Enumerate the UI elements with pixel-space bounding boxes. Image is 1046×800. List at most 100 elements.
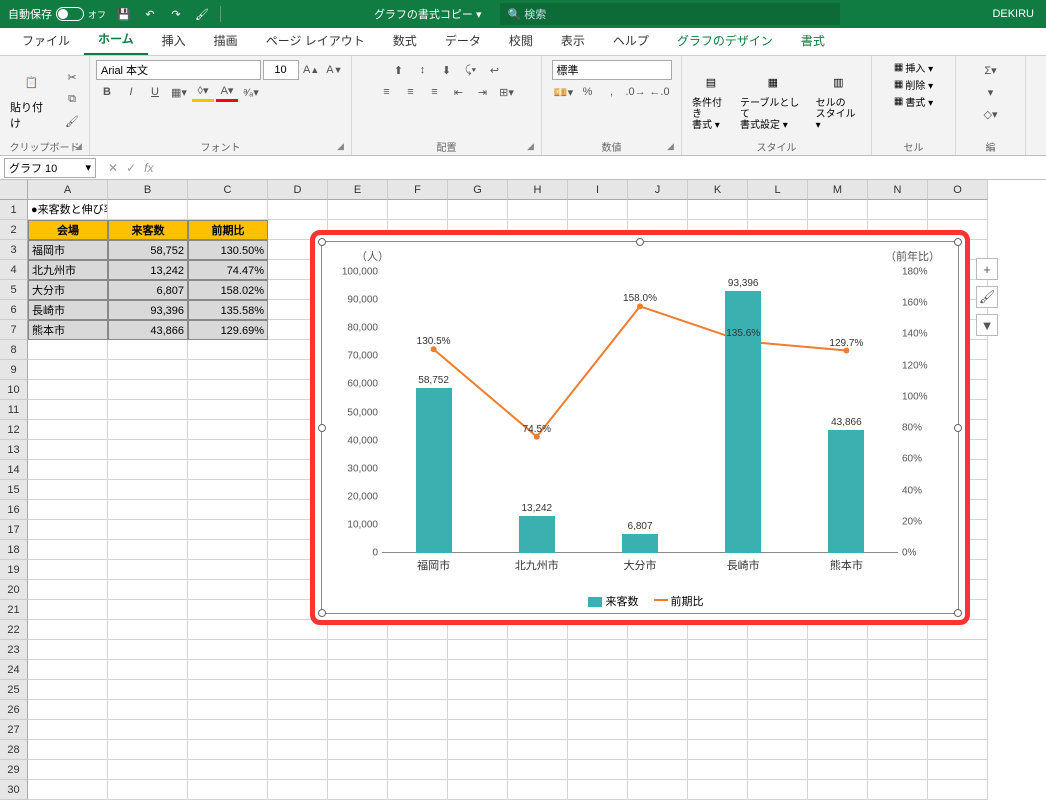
cell[interactable] (108, 700, 188, 720)
row-header[interactable]: 28 (0, 740, 28, 760)
row-header[interactable]: 21 (0, 600, 28, 620)
cell[interactable]: 6,807 (108, 280, 188, 300)
cell[interactable] (188, 720, 268, 740)
tab-help[interactable]: ヘルプ (599, 26, 663, 55)
border-button[interactable]: ▦▾ (168, 82, 190, 102)
cell[interactable]: 93,396 (108, 300, 188, 320)
cell[interactable]: 来客数 (108, 220, 188, 240)
cell[interactable] (328, 740, 388, 760)
cell[interactable] (868, 200, 928, 220)
underline-button[interactable]: U (144, 82, 166, 102)
cell[interactable] (108, 540, 188, 560)
cell[interactable] (188, 340, 268, 360)
cell[interactable] (188, 640, 268, 660)
cell[interactable] (688, 700, 748, 720)
increase-decimal-icon[interactable]: .0→ (625, 82, 647, 102)
cells-insert-button[interactable]: ▦挿入 ▾ (894, 60, 933, 75)
cell[interactable] (188, 480, 268, 500)
cell[interactable] (688, 720, 748, 740)
row-header[interactable]: 16 (0, 500, 28, 520)
cell[interactable] (868, 720, 928, 740)
cell[interactable] (748, 200, 808, 220)
column-header[interactable]: H (508, 180, 568, 200)
cell[interactable]: 129.69% (188, 320, 268, 340)
cell[interactable] (28, 620, 108, 640)
cell[interactable] (28, 700, 108, 720)
cell[interactable]: 北九州市 (28, 260, 108, 280)
cell[interactable] (28, 660, 108, 680)
cell[interactable] (188, 360, 268, 380)
chart-elements-button[interactable]: + (976, 258, 998, 280)
cell[interactable] (808, 780, 868, 800)
cell[interactable] (628, 660, 688, 680)
cell[interactable] (808, 200, 868, 220)
tab-home[interactable]: ホーム (84, 24, 148, 55)
row-header[interactable]: 10 (0, 380, 28, 400)
cell[interactable] (28, 600, 108, 620)
cell[interactable] (448, 700, 508, 720)
cell[interactable] (188, 200, 268, 220)
cell[interactable]: 長崎市 (28, 300, 108, 320)
cut-icon[interactable]: ✂ (61, 68, 83, 88)
align-top-icon[interactable]: ⬆ (388, 60, 410, 80)
align-left-icon[interactable]: ≡ (376, 82, 398, 102)
cell[interactable] (188, 740, 268, 760)
cell[interactable] (188, 420, 268, 440)
cell[interactable] (268, 780, 328, 800)
cell[interactable] (568, 720, 628, 740)
cell[interactable] (28, 400, 108, 420)
tab-page-layout[interactable]: ページ レイアウト (252, 26, 379, 55)
cell[interactable] (568, 780, 628, 800)
cell[interactable] (568, 660, 628, 680)
cell[interactable] (388, 660, 448, 680)
cell[interactable] (108, 660, 188, 680)
cell[interactable] (108, 740, 188, 760)
cell[interactable] (108, 720, 188, 740)
cell[interactable] (448, 740, 508, 760)
row-header[interactable]: 29 (0, 760, 28, 780)
column-header[interactable]: N (868, 180, 928, 200)
merge-cells-icon[interactable]: ⊞▾ (496, 82, 518, 102)
cell[interactable] (188, 520, 268, 540)
column-header[interactable]: J (628, 180, 688, 200)
cell[interactable] (108, 480, 188, 500)
row-header[interactable]: 26 (0, 700, 28, 720)
font-name-input[interactable] (96, 60, 261, 80)
cell[interactable] (108, 680, 188, 700)
autosave-toggle[interactable]: 自動保存 オフ (8, 6, 106, 22)
cell[interactable] (688, 660, 748, 680)
cell[interactable]: 13,242 (108, 260, 188, 280)
cell[interactable]: 135.58% (188, 300, 268, 320)
cell[interactable] (108, 780, 188, 800)
font-launcher-icon[interactable]: ◢ (337, 141, 349, 153)
font-color-button[interactable]: A▾ (216, 82, 238, 102)
row-header[interactable]: 18 (0, 540, 28, 560)
cell[interactable] (508, 640, 568, 660)
tab-data[interactable]: データ (431, 26, 495, 55)
row-header[interactable]: 4 (0, 260, 28, 280)
row-header[interactable]: 8 (0, 340, 28, 360)
cell[interactable] (108, 420, 188, 440)
cell[interactable] (628, 740, 688, 760)
cell[interactable] (28, 440, 108, 460)
redo-icon[interactable]: ↷ (168, 6, 184, 22)
cell[interactable] (268, 200, 328, 220)
cell[interactable] (268, 700, 328, 720)
cell[interactable]: 前期比 (188, 220, 268, 240)
cell[interactable] (28, 540, 108, 560)
cell[interactable] (628, 700, 688, 720)
cell[interactable] (628, 780, 688, 800)
cell[interactable] (188, 560, 268, 580)
row-header[interactable]: 30 (0, 780, 28, 800)
cell[interactable] (108, 380, 188, 400)
cell[interactable] (388, 200, 448, 220)
cell[interactable] (108, 200, 188, 220)
cell[interactable] (928, 740, 988, 760)
cell[interactable] (388, 700, 448, 720)
number-format-input[interactable] (552, 60, 672, 80)
row-header[interactable]: 23 (0, 640, 28, 660)
decrease-font-icon[interactable]: A▼ (324, 60, 345, 80)
cell[interactable]: 58,752 (108, 240, 188, 260)
cell[interactable] (388, 720, 448, 740)
cell[interactable] (188, 500, 268, 520)
